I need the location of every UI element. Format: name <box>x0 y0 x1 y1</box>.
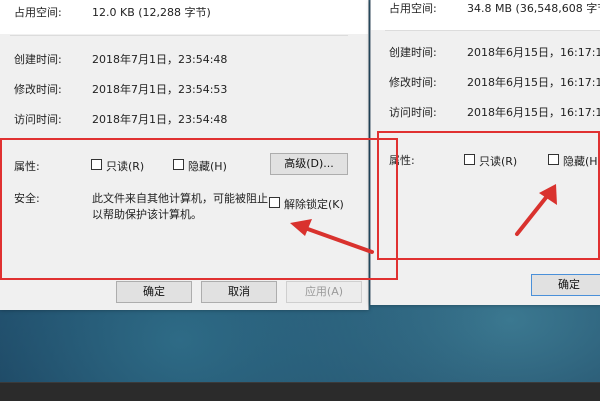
taskbar <box>0 382 600 401</box>
arrow-to-hidden-attribute <box>515 184 557 236</box>
annotation-arrows <box>290 184 557 254</box>
arrow-to-unblock-checkbox <box>290 219 374 254</box>
